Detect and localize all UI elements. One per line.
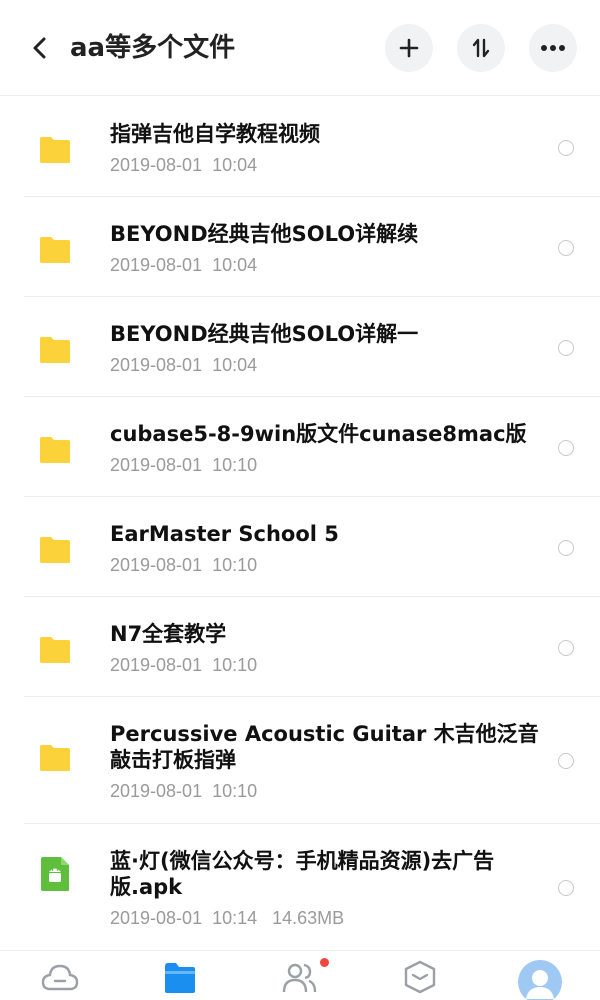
tab-box[interactable] (396, 959, 444, 1000)
select-radio[interactable] (558, 880, 574, 896)
file-date: 2019-08-01 10:10 (110, 555, 258, 575)
file-name: N7全套教学 (110, 622, 227, 646)
folder-icon (40, 237, 70, 263)
tab-files[interactable] (156, 959, 204, 1000)
file-date: 2019-08-01 10:10 (110, 455, 258, 475)
file-name: 指弹吉他自学教程视频 (110, 122, 320, 146)
tab-contacts[interactable] (276, 959, 324, 1000)
file-name: 蓝·灯(微信公众号：手机精品资源)去广告版.apk (110, 849, 495, 899)
file-date: 2019-08-01 10:04 (110, 255, 258, 275)
list-item[interactable]: 指弹吉他自学教程视频 2019-08-01 10:04 (24, 97, 600, 197)
file-list: 指弹吉他自学教程视频 2019-08-01 10:04 BEYOND经典吉他SO… (0, 97, 600, 951)
tab-profile[interactable] (516, 959, 564, 1000)
file-name: cubase5-8-9win版文件cunase8mac版 (110, 422, 527, 446)
sort-icon (472, 38, 490, 58)
folder-icon (40, 437, 70, 463)
cloud-icon (41, 964, 79, 991)
file-date-size: 2019-08-01 10:14 14.63MB (110, 908, 345, 928)
folder-icon (40, 137, 70, 163)
select-radio[interactable] (558, 340, 574, 356)
box-icon (404, 960, 436, 994)
list-item[interactable]: 蓝·灯(微信公众号：手机精品资源)去广告版.apk 2019-08-01 10:… (24, 824, 600, 951)
list-item[interactable]: EarMaster School 5 2019-08-01 10:10 (24, 497, 600, 597)
list-item[interactable]: N7全套教学 2019-08-01 10:10 (24, 597, 600, 697)
list-item[interactable]: cubase5-8-9win版文件cunase8mac版 2019-08-01 … (24, 397, 600, 497)
android-apk-icon (41, 857, 69, 891)
file-name: BEYOND经典吉他SOLO详解续 (110, 222, 419, 246)
file-date: 2019-08-01 10:04 (110, 355, 258, 375)
contacts-icon (282, 963, 317, 993)
bottom-tab-bar (0, 950, 600, 1000)
more-button[interactable] (529, 24, 577, 72)
file-date: 2019-08-01 10:10 (110, 655, 258, 675)
select-radio[interactable] (558, 140, 574, 156)
back-button[interactable] (22, 30, 58, 66)
add-button[interactable] (385, 24, 433, 72)
folder-icon (40, 537, 70, 563)
select-radio[interactable] (558, 440, 574, 456)
list-item[interactable]: Percussive Acoustic Guitar 木吉他泛音敲击打板指弹 2… (24, 697, 600, 824)
header: aa等多个文件 (0, 0, 600, 96)
plus-icon (399, 38, 419, 58)
notification-badge (320, 958, 329, 967)
file-name: BEYOND经典吉他SOLO详解一 (110, 322, 419, 346)
select-radio[interactable] (558, 640, 574, 656)
list-item[interactable]: BEYOND经典吉他SOLO详解续 2019-08-01 10:04 (24, 197, 600, 297)
select-radio[interactable] (558, 540, 574, 556)
file-date: 2019-08-01 10:04 (110, 155, 258, 175)
file-date: 2019-08-01 10:10 (110, 781, 258, 801)
chevron-left-icon (33, 37, 46, 59)
avatar-icon (518, 960, 562, 1000)
folder-icon (40, 745, 70, 771)
tab-cloud[interactable] (36, 959, 84, 1000)
page-title: aa等多个文件 (70, 33, 236, 63)
more-horizontal-icon (541, 45, 565, 51)
file-name: Percussive Acoustic Guitar 木吉他泛音敲击打板指弹 (110, 722, 539, 772)
sort-button[interactable] (457, 24, 505, 72)
folder-icon (40, 337, 70, 363)
files-icon (165, 963, 195, 993)
select-radio[interactable] (558, 753, 574, 769)
list-item[interactable]: BEYOND经典吉他SOLO详解一 2019-08-01 10:04 (24, 297, 600, 397)
folder-icon (40, 637, 70, 663)
file-name: EarMaster School 5 (110, 522, 339, 546)
select-radio[interactable] (558, 240, 574, 256)
